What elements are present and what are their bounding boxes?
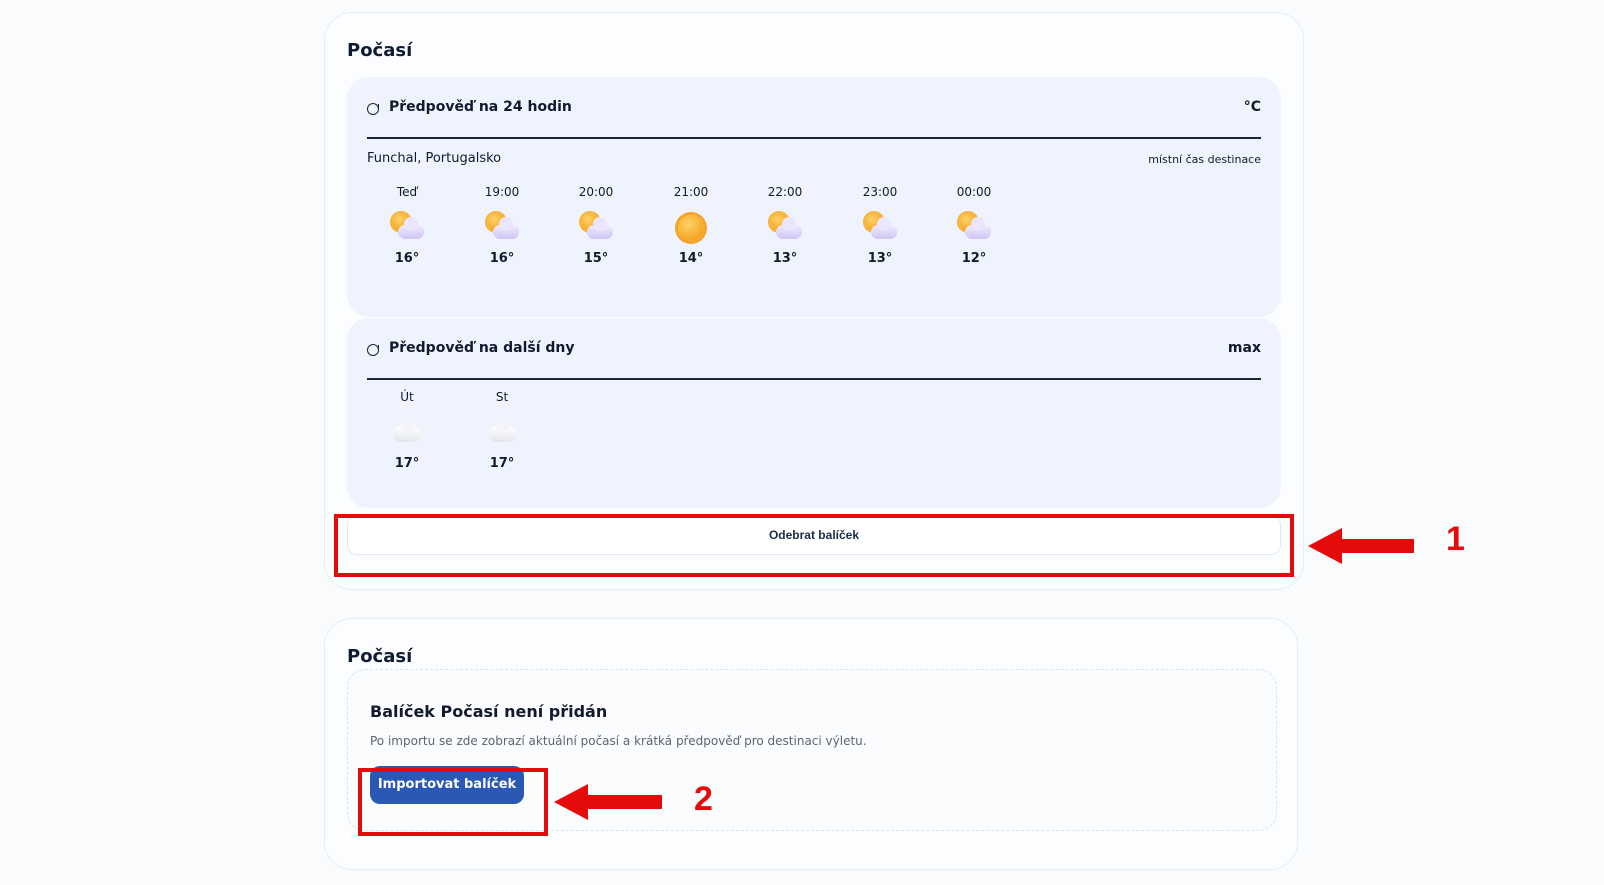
partly-cloudy-icon (485, 211, 519, 245)
partly-cloudy-icon (768, 211, 802, 245)
day-slot: St 17° (462, 390, 542, 471)
hour-temperature: 14° (678, 251, 704, 266)
card-title: Počasí (347, 646, 413, 667)
highlight-box-1 (334, 514, 1294, 577)
hour-temperature: 16° (394, 251, 420, 266)
hour-slot: 21:00 14° (651, 185, 731, 266)
hour-slot: Teď 16° (367, 185, 447, 266)
day-slot: Út 17° (367, 390, 447, 471)
hour-temperature: 16° (489, 251, 515, 266)
hour-slot: 22:00 13° (745, 185, 825, 266)
daily-forecast-header: Předpověď na další dny max (367, 340, 1261, 380)
hour-temperature: 12° (961, 251, 987, 266)
hour-slot: 00:00 12° (934, 185, 1014, 266)
arrow-left-icon (1308, 528, 1414, 564)
hour-time: 22:00 (767, 185, 803, 199)
day-temperature: 17° (394, 456, 420, 471)
hour-slot: 23:00 13° (840, 185, 920, 266)
hourly-forecast-title: Předpověď na 24 hodin (389, 99, 572, 115)
weather-card: Počasí Předpověď na 24 hodin °C Funchal,… (324, 12, 1304, 590)
hour-time: 21:00 (673, 185, 709, 199)
hour-time: Teď (396, 185, 418, 199)
partly-cloudy-icon (863, 211, 897, 245)
local-time-note: místní čas destinace (1148, 153, 1261, 166)
card-title: Počasí (347, 40, 413, 61)
annotation-label-2: 2 (694, 780, 713, 818)
hour-time: 19:00 (484, 185, 520, 199)
hour-time: 20:00 (578, 185, 614, 199)
hour-slot: 20:00 15° (556, 185, 636, 266)
sun-icon (674, 211, 708, 245)
day-name: St (495, 390, 509, 404)
clock-icon (367, 344, 379, 356)
hour-temperature: 13° (772, 251, 798, 266)
hourly-forecast-header: Předpověď na 24 hodin °C (367, 99, 1261, 139)
day-temperature: 17° (489, 456, 515, 471)
partly-cloudy-icon (390, 211, 424, 245)
hour-temperature: 15° (583, 251, 609, 266)
page: Počasí Předpověď na 24 hodin °C Funchal,… (0, 0, 1604, 885)
hour-time: 00:00 (956, 185, 992, 199)
day-name: Út (400, 390, 414, 404)
annotation-label-1: 1 (1446, 520, 1465, 558)
temperature-unit: °C (1243, 99, 1261, 115)
cloud-icon (390, 416, 424, 450)
hour-temperature: 13° (867, 251, 893, 266)
hour-time: 23:00 (862, 185, 898, 199)
arrow-left-icon (554, 784, 662, 820)
hourly-forecast-panel: Předpověď na 24 hodin °C Funchal, Portug… (347, 77, 1281, 317)
hour-slot: 19:00 16° (462, 185, 542, 266)
daily-unit: max (1227, 340, 1261, 356)
daily-forecast-title: Předpověď na další dny (389, 340, 575, 356)
location-label: Funchal, Portugalsko (367, 151, 502, 166)
cloud-icon (485, 416, 519, 450)
highlight-box-2 (358, 768, 548, 836)
partly-cloudy-icon (579, 211, 613, 245)
clock-icon (367, 103, 379, 115)
partly-cloudy-icon (957, 211, 991, 245)
empty-state-heading: Balíček Počasí není přidán (370, 702, 608, 721)
empty-state-description: Po importu se zde zobrazí aktuální počas… (370, 734, 867, 748)
daily-forecast-panel: Předpověď na další dny max Út 17° St 17° (347, 318, 1281, 508)
